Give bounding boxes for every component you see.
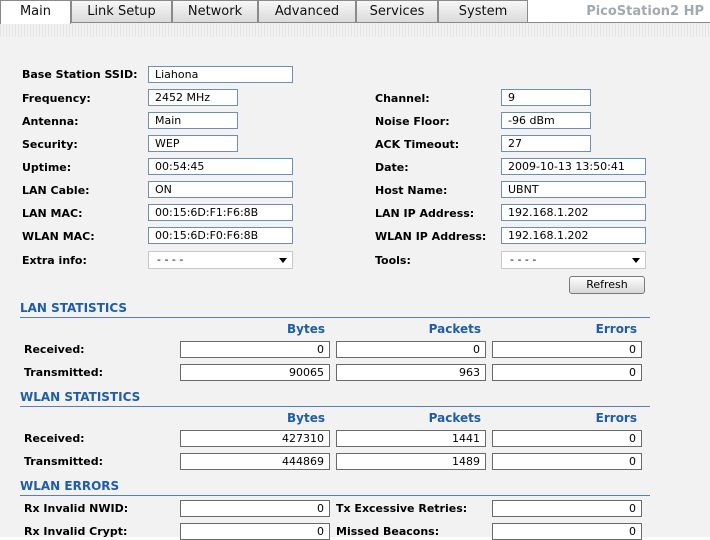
missed-beacons-value: 0 (492, 523, 642, 540)
wlan-statistics-heading: WLAN STATISTICS (20, 390, 650, 407)
wlan-transmitted-bytes: 444869 (180, 453, 330, 470)
noise-floor-label: Noise Floor: (375, 115, 450, 128)
wlan-mac-value: 00:15:6D:F0:F6:8B (148, 227, 293, 244)
tab-main[interactable]: Main (0, 0, 71, 24)
tab-services[interactable]: Services (356, 0, 438, 23)
lan-cable-value: ON (148, 181, 293, 198)
chevron-down-icon (279, 258, 287, 263)
refresh-button[interactable]: Refresh (569, 276, 645, 294)
tab-system-label: System (458, 4, 508, 19)
tools-select[interactable]: - - - - (501, 251, 646, 269)
lan-mac-label: LAN MAC: (22, 207, 83, 220)
antenna-value: Main (148, 112, 238, 129)
tab-advanced[interactable]: Advanced (258, 0, 356, 23)
product-name: PicoStation2 HP (586, 4, 704, 19)
extra-info-select[interactable]: - - - - (148, 251, 293, 269)
noise-floor-value: -96 dBm (501, 112, 591, 129)
rx-invalid-nwid-value: 0 (180, 500, 330, 517)
security-value: WEP (148, 135, 238, 152)
lan-bytes-header: Bytes (287, 322, 325, 336)
tab-link-setup-label: Link Setup (87, 4, 156, 19)
ssid-label: Base Station SSID: (22, 68, 138, 81)
tab-network[interactable]: Network (172, 0, 258, 23)
tools-selected-value: - - - - (510, 253, 537, 266)
wlan-received-bytes: 427310 (180, 430, 330, 447)
lan-received-errors: 0 (492, 341, 642, 358)
frequency-value: 2452 MHz (148, 89, 238, 106)
wlan-transmitted-label: Transmitted: (24, 455, 104, 468)
wlan-errors-heading: WLAN ERRORS (20, 479, 650, 496)
uptime-value: 00:54:45 (148, 158, 293, 175)
tab-network-label: Network (187, 4, 243, 19)
wlan-ip-value: 192.168.1.202 (501, 227, 646, 244)
lan-transmitted-label: Transmitted: (24, 366, 104, 379)
tx-excessive-retries-label: Tx Excessive Retries: (336, 502, 468, 515)
rx-invalid-nwid-label: Rx Invalid NWID: (24, 502, 129, 515)
lan-cable-label: LAN Cable: (22, 184, 90, 197)
panel-header-stripes (0, 23, 710, 37)
wlan-received-label: Received: (24, 432, 85, 445)
missed-beacons-label: Missed Beacons: (336, 525, 440, 538)
channel-value: 9 (501, 89, 591, 106)
host-name-value: UBNT (501, 181, 646, 198)
tab-system[interactable]: System (438, 0, 528, 23)
host-name-label: Host Name: (375, 184, 448, 197)
frequency-label: Frequency: (22, 92, 91, 105)
lan-ip-label: LAN IP Address: (375, 207, 475, 220)
wlan-received-errors: 0 (492, 430, 642, 447)
channel-label: Channel: (375, 92, 430, 105)
chevron-down-icon (632, 258, 640, 263)
lan-statistics-heading: LAN STATISTICS (20, 301, 650, 318)
tab-main-label: Main (19, 4, 52, 19)
lan-transmitted-bytes: 90065 (180, 364, 330, 381)
ack-timeout-value: 27 (501, 135, 591, 152)
extra-info-label: Extra info: (22, 254, 87, 267)
lan-received-bytes: 0 (180, 341, 330, 358)
wlan-mac-label: WLAN MAC: (22, 230, 95, 243)
lan-mac-value: 00:15:6D:F1:F6:8B (148, 204, 293, 221)
wlan-transmitted-errors: 0 (492, 453, 642, 470)
lan-errors-header: Errors (595, 322, 637, 336)
lan-received-packets: 0 (336, 341, 486, 358)
wlan-errors-header: Errors (595, 411, 637, 425)
rx-invalid-crypt-value: 0 (180, 523, 330, 540)
lan-transmitted-packets: 963 (336, 364, 486, 381)
tab-advanced-label: Advanced (274, 4, 340, 19)
antenna-label: Antenna: (22, 115, 79, 128)
lan-received-label: Received: (24, 343, 85, 356)
tools-label: Tools: (375, 254, 411, 267)
tab-link-setup[interactable]: Link Setup (71, 0, 172, 23)
tab-bar: Main Link Setup Network Advanced Service… (0, 0, 710, 24)
date-label: Date: (375, 161, 409, 174)
lan-ip-value: 192.168.1.202 (501, 204, 646, 221)
security-label: Security: (22, 138, 78, 151)
extra-info-selected-value: - - - - (157, 253, 184, 266)
lan-packets-header: Packets (428, 322, 481, 336)
wlan-bytes-header: Bytes (287, 411, 325, 425)
tx-excessive-retries-value: 0 (492, 500, 642, 517)
uptime-label: Uptime: (22, 161, 72, 174)
wlan-transmitted-packets: 1489 (336, 453, 486, 470)
tab-services-label: Services (369, 4, 425, 19)
lan-transmitted-errors: 0 (492, 364, 642, 381)
ack-timeout-label: ACK Timeout: (375, 138, 460, 151)
wlan-ip-label: WLAN IP Address: (375, 230, 487, 243)
wlan-received-packets: 1441 (336, 430, 486, 447)
wlan-packets-header: Packets (428, 411, 481, 425)
rx-invalid-crypt-label: Rx Invalid Crypt: (24, 525, 128, 538)
date-value: 2009-10-13 13:50:41 (501, 158, 646, 175)
ssid-value: Liahona (148, 66, 293, 83)
